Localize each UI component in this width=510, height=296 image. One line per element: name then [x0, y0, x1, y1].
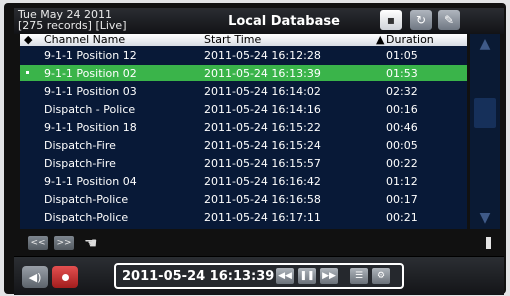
cell-channel: 9-1-1 Position 12 [44, 49, 137, 62]
cell-duration: 00:17 [386, 193, 418, 206]
next-page-icon: >> [56, 238, 72, 248]
playback-timestamp: 2011-05-24 16:13:39 [122, 269, 275, 284]
cell-start: 2011-05-24 16:15:22 [204, 121, 321, 134]
window-button[interactable]: ▪ [380, 10, 402, 30]
list-icon: ☰ [354, 271, 364, 281]
table-row[interactable]: Dispatch-Fire 2011-05-24 16:15:57 00:22 [20, 155, 467, 171]
cell-duration: 00:16 [386, 103, 418, 116]
cell-channel: 9-1-1 Position 02 [44, 67, 137, 80]
column-channel-name[interactable]: Channel Name [44, 33, 125, 46]
cell-start: 2011-05-24 16:16:58 [204, 193, 321, 206]
pause-icon: ❚❚ [299, 271, 315, 281]
header-info: Tue May 24 2011 [275 records] [Live] [18, 9, 127, 31]
player-bar: ◀) 2011-05-24 16:13:39 ◀◀ ❚❚ ▶▶ ☰ ⚙ [14, 256, 504, 295]
record-icon [61, 273, 69, 281]
playback-controls: 2011-05-24 16:13:39 ◀◀ ❚❚ ▶▶ ☰ ⚙ [114, 263, 404, 289]
pause-button[interactable]: ❚❚ [298, 268, 316, 284]
table-row[interactable]: Dispatch-Police 2011-05-24 16:16:58 00:1… [20, 191, 467, 207]
cell-channel: Dispatch-Fire [44, 157, 116, 170]
fast-forward-button[interactable]: ▶▶ [320, 268, 338, 284]
cell-channel: 9-1-1 Position 04 [44, 175, 137, 188]
refresh-icon: ↻ [415, 13, 427, 27]
record-count: [275 records] [Live] [18, 19, 127, 32]
paging-bar: << >> ☚ [20, 234, 500, 254]
settings-icon: ⚙ [376, 271, 386, 281]
table-row-selected[interactable]: 9-1-1 Position 02 2011-05-24 16:13:39 01… [20, 65, 467, 81]
prev-page-button[interactable]: << [28, 236, 48, 250]
cell-duration: 01:05 [386, 49, 418, 62]
wrench-icon: ✎ [443, 13, 455, 27]
table-row[interactable]: 9-1-1 Position 03 2011-05-24 16:14:02 02… [20, 83, 467, 99]
cell-duration: 02:32 [386, 85, 418, 98]
speaker-icon: ◀) [28, 270, 42, 284]
cell-start: 2011-05-24 16:17:11 [204, 211, 321, 224]
cell-channel: Dispatch-Police [44, 211, 129, 224]
column-start-time[interactable]: Start Time [204, 33, 261, 46]
record-button[interactable] [52, 266, 78, 288]
records-table: ◆ Channel Name Start Time ▲ Duration 9-1… [20, 33, 467, 229]
table-row[interactable]: 9-1-1 Position 18 2011-05-24 16:15:22 00… [20, 119, 467, 135]
table-row[interactable]: Dispatch-Police 2011-05-24 16:17:11 00:2… [20, 209, 467, 225]
cell-channel: Dispatch-Fire [44, 139, 116, 152]
rewind-button[interactable]: ◀◀ [276, 268, 294, 284]
cell-start: 2011-05-24 16:13:39 [204, 67, 321, 80]
header-bar: Tue May 24 2011 [275 records] [Live] Loc… [14, 8, 504, 34]
settings-button[interactable]: ✎ [438, 10, 460, 30]
table-row[interactable]: Dispatch-Fire 2011-05-24 16:15:24 00:05 [20, 137, 467, 153]
cell-start: 2011-05-24 16:12:28 [204, 49, 321, 62]
settings-toggle-button[interactable]: ⚙ [372, 268, 390, 284]
scroll-down-icon[interactable]: ▼ [473, 210, 497, 226]
refresh-button[interactable]: ↻ [410, 10, 432, 30]
cell-channel: 9-1-1 Position 03 [44, 85, 137, 98]
cell-start: 2011-05-24 16:15:24 [204, 139, 321, 152]
level-indicator [486, 237, 491, 249]
table-row[interactable]: 9-1-1 Position 04 2011-05-24 16:16:42 01… [20, 173, 467, 189]
sort-arrow-icon: ▲ [376, 33, 385, 46]
cell-duration: 00:22 [386, 157, 418, 170]
cell-channel: Dispatch - Police [44, 103, 136, 116]
table-row[interactable]: Dispatch - Police 2011-05-24 16:14:16 00… [20, 101, 467, 117]
scroll-thumb[interactable] [474, 98, 496, 128]
cell-channel: 9-1-1 Position 18 [44, 121, 137, 134]
page-title: Local Database [228, 14, 340, 29]
cell-duration: 01:53 [386, 67, 418, 80]
window-icon: ▪ [386, 13, 396, 27]
cell-duration: 00:21 [386, 211, 418, 224]
rewind-icon: ◀◀ [278, 271, 292, 281]
cell-duration: 01:12 [386, 175, 418, 188]
cell-start: 2011-05-24 16:14:02 [204, 85, 321, 98]
fast-forward-icon: ▶▶ [322, 271, 336, 281]
cell-start: 2011-05-24 16:16:42 [204, 175, 321, 188]
device-frame: Tue May 24 2011 [275 records] [Live] Loc… [4, 3, 506, 295]
mute-button[interactable]: ◀) [22, 266, 48, 288]
sort-indicator-icon: ◆ [24, 33, 33, 46]
scroll-up-icon[interactable]: ▲ [473, 36, 497, 52]
table-scrollbar[interactable]: ▲ ▼ [470, 34, 500, 229]
hand-icon[interactable]: ☚ [84, 234, 106, 252]
cell-start: 2011-05-24 16:15:57 [204, 157, 321, 170]
column-duration[interactable]: Duration [386, 33, 434, 46]
row-marker-icon [26, 71, 29, 74]
next-page-button[interactable]: >> [54, 236, 74, 250]
list-button[interactable]: ☰ [350, 268, 368, 284]
cell-channel: Dispatch-Police [44, 193, 129, 206]
cell-duration: 00:05 [386, 139, 418, 152]
table-header: ◆ Channel Name Start Time ▲ Duration [20, 33, 467, 46]
cell-start: 2011-05-24 16:14:16 [204, 103, 321, 116]
prev-page-icon: << [30, 238, 46, 248]
table-row[interactable]: 9-1-1 Position 12 2011-05-24 16:12:28 01… [20, 47, 467, 63]
cell-duration: 00:46 [386, 121, 418, 134]
